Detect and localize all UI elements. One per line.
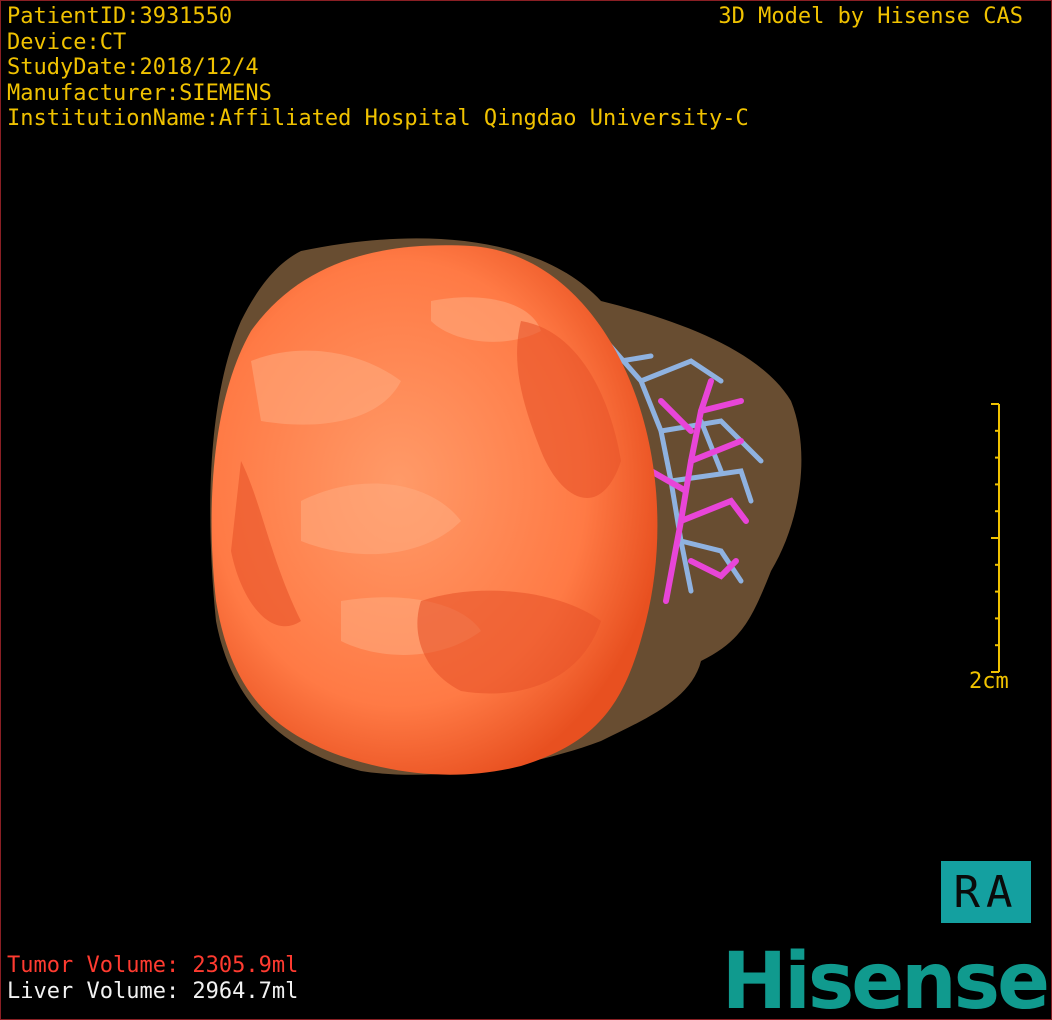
manufacturer: Manufacturer:SIEMENS — [7, 80, 272, 106]
model-credit: 3D Model by Hisense CAS — [718, 4, 1023, 29]
device: Device:CT — [7, 29, 127, 55]
institution-name: InstitutionName:Affiliated Hospital Qing… — [7, 106, 749, 131]
3d-viewport[interactable]: PatientID:3931550 Device:CT StudyDate:2018… — [0, 0, 1052, 1020]
scale-bar — [991, 403, 1000, 673]
orientation-badge[interactable]: RA — [941, 861, 1031, 923]
study-date: StudyDate:2018/12/4 — [7, 55, 259, 80]
tumor-volume: Tumor Volume: 2305.9ml — [7, 953, 299, 978]
hisense-logo: Hisense — [721, 937, 1050, 1020]
patient-id: PatientID:3931550 — [7, 4, 233, 29]
scale-label: 2cm — [969, 669, 1009, 694]
patient-info: PatientID:3931550 Device:CT StudyDate:2018… — [7, 4, 749, 132]
liver-volume: Liver Volume: 2964.7ml — [7, 979, 299, 1004]
liver-3d-model[interactable] — [1, 1, 1051, 1019]
